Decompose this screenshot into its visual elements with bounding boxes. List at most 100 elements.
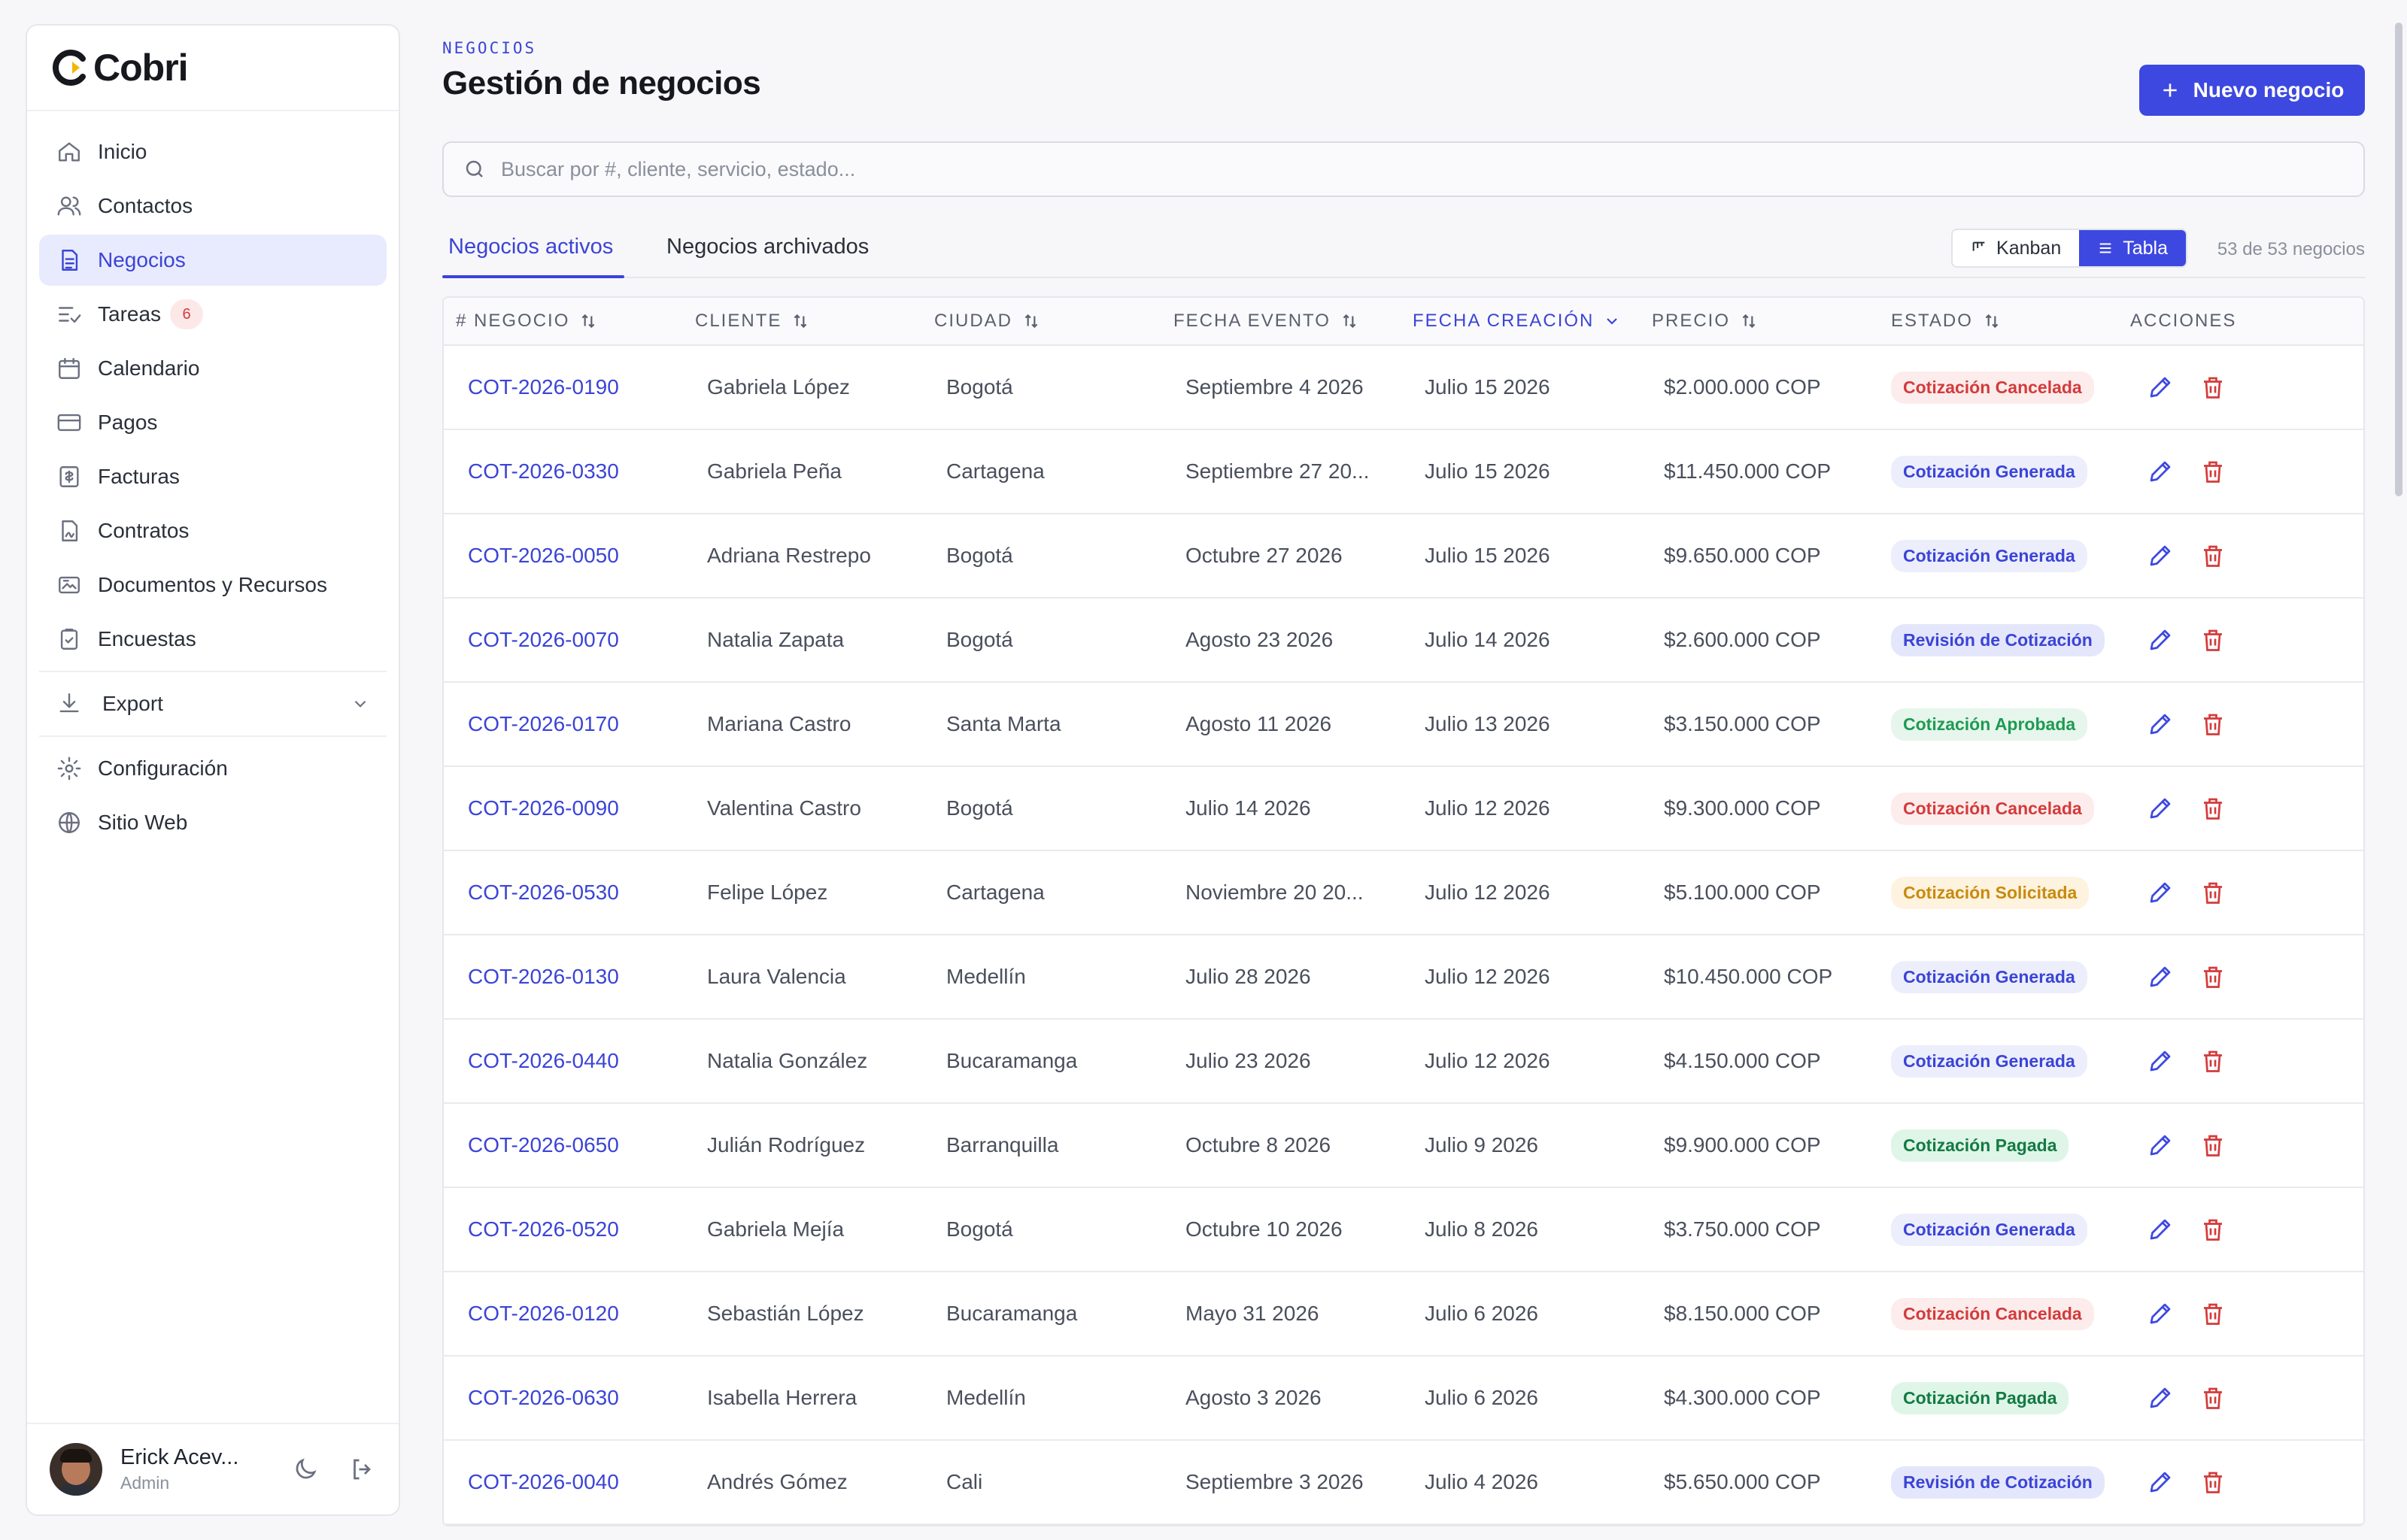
table-row[interactable]: COT-2026-0120 Sebastián López Bucaramang… <box>444 1272 2363 1357</box>
table-row[interactable]: COT-2026-0090 Valentina Castro Bogotá Ju… <box>444 767 2363 851</box>
table-row[interactable]: COT-2026-0050 Adriana Restrepo Bogotá Oc… <box>444 514 2363 599</box>
status-badge: Cotización Cancelada <box>1891 792 2094 825</box>
deal-id-link[interactable]: COT-2026-0130 <box>444 965 683 989</box>
deal-id-link[interactable]: COT-2026-0630 <box>444 1386 683 1410</box>
deal-id-link[interactable]: COT-2026-0070 <box>444 628 683 652</box>
edit-pencil-icon[interactable] <box>2147 963 2174 990</box>
city-cell: Bogotá <box>946 1217 1013 1241</box>
column-header[interactable]: FECHA EVENTO <box>1161 311 1401 332</box>
table-row[interactable]: COT-2026-0520 Gabriela Mejía Bogotá Octu… <box>444 1188 2363 1272</box>
delete-trash-icon[interactable] <box>2199 1047 2226 1075</box>
invoice-icon-wrap <box>56 463 83 490</box>
delete-trash-icon[interactable] <box>2199 1384 2226 1411</box>
status-cell: Cotización Generada <box>1879 1044 2118 1078</box>
row-actions <box>2118 458 2344 485</box>
status-cell: Cotización Generada <box>1879 539 2118 572</box>
table-row[interactable]: COT-2026-0130 Laura Valencia Medellín Ju… <box>444 935 2363 1020</box>
sidebar-item-contratos[interactable]: Contratos <box>39 505 387 556</box>
deal-id-link[interactable]: COT-2026-0090 <box>444 796 683 820</box>
sidebar-item-inicio[interactable]: Inicio <box>39 126 387 177</box>
sidebar-item-facturas[interactable]: Facturas <box>39 451 387 502</box>
edit-pencil-icon[interactable] <box>2147 1469 2174 1496</box>
event-date-cell: Septiembre 4 2026 <box>1185 375 1364 399</box>
tab-active-deals[interactable]: Negocios activos <box>448 235 613 259</box>
moon-icon[interactable] <box>292 1456 319 1483</box>
deal-id-link[interactable]: COT-2026-0650 <box>444 1133 683 1157</box>
table-row[interactable]: COT-2026-0630 Isabella Herrera Medellín … <box>444 1357 2363 1441</box>
sidebar-item-documentos-y-recursos[interactable]: Documentos y Recursos <box>39 559 387 611</box>
sidebar-item-export[interactable]: Export <box>39 678 387 729</box>
kanban-view-button[interactable]: Kanban <box>1953 230 2080 266</box>
delete-trash-icon[interactable] <box>2199 374 2226 401</box>
sidebar-item-negocios[interactable]: Negocios <box>39 235 387 286</box>
delete-trash-icon[interactable] <box>2199 1469 2226 1496</box>
column-header[interactable]: CIUDAD <box>922 311 1161 332</box>
row-actions <box>2118 1469 2344 1496</box>
sidebar-item-configuracion[interactable]: Configuración <box>39 743 387 794</box>
search-input[interactable] <box>501 157 1855 181</box>
edit-pencil-icon[interactable] <box>2147 879 2174 906</box>
edit-pencil-icon[interactable] <box>2147 374 2174 401</box>
delete-trash-icon[interactable] <box>2199 795 2226 822</box>
delete-trash-icon[interactable] <box>2199 879 2226 906</box>
calendar-icon-wrap <box>56 355 83 382</box>
edit-pencil-icon[interactable] <box>2147 711 2174 738</box>
column-header[interactable]: ESTADO <box>1879 311 2118 332</box>
table-row[interactable]: COT-2026-0170 Mariana Castro Santa Marta… <box>444 683 2363 767</box>
edit-pencil-icon[interactable] <box>2147 1300 2174 1327</box>
deal-id-link[interactable]: COT-2026-0530 <box>444 881 683 905</box>
deal-id-link[interactable]: COT-2026-0170 <box>444 712 683 736</box>
sort-icon <box>1024 314 1038 329</box>
brand-logo[interactable]: Cobri <box>27 26 399 111</box>
delete-trash-icon[interactable] <box>2199 1300 2226 1327</box>
deal-id-link[interactable]: COT-2026-0330 <box>444 459 683 484</box>
column-header[interactable]: CLIENTE <box>683 311 922 332</box>
new-deal-button[interactable]: Nuevo negocio <box>2139 65 2365 116</box>
table-row[interactable]: COT-2026-0190 Gabriela López Bogotá Sept… <box>444 346 2363 430</box>
column-header[interactable]: PRECIO <box>1640 311 1879 332</box>
deal-id-link[interactable]: COT-2026-0190 <box>444 375 683 399</box>
edit-pencil-icon[interactable] <box>2147 542 2174 569</box>
edit-pencil-icon[interactable] <box>2147 1216 2174 1243</box>
edit-pencil-icon[interactable] <box>2147 1047 2174 1075</box>
delete-trash-icon[interactable] <box>2199 1132 2226 1159</box>
table-row[interactable]: COT-2026-0330 Gabriela Peña Cartagena Se… <box>444 430 2363 514</box>
status-cell: Cotización Cancelada <box>1879 792 2118 825</box>
table-view-button[interactable]: Tabla <box>2079 230 2186 266</box>
edit-pencil-icon[interactable] <box>2147 1384 2174 1411</box>
edit-pencil-icon[interactable] <box>2147 795 2174 822</box>
edit-pencil-icon[interactable] <box>2147 1132 2174 1159</box>
deal-id-link[interactable]: COT-2026-0040 <box>444 1470 683 1494</box>
table-row[interactable]: COT-2026-0040 Andrés Gómez Cali Septiemb… <box>444 1441 2363 1525</box>
column-header[interactable]: FECHA CREACIÓN <box>1401 311 1640 332</box>
sidebar-item-pagos[interactable]: Pagos <box>39 397 387 448</box>
edit-pencil-icon[interactable] <box>2147 626 2174 653</box>
logout-icon[interactable] <box>349 1456 376 1483</box>
sidebar-item-sitio-web[interactable]: Sitio Web <box>39 797 387 848</box>
edit-pencil-icon[interactable] <box>2147 458 2174 485</box>
deal-id-link[interactable]: COT-2026-0050 <box>444 544 683 568</box>
table-row[interactable]: COT-2026-0650 Julián Rodríguez Barranqui… <box>444 1104 2363 1188</box>
sidebar-item-contactos[interactable]: Contactos <box>39 180 387 232</box>
sidebar-item-encuestas[interactable]: Encuestas <box>39 614 387 665</box>
delete-trash-icon[interactable] <box>2199 711 2226 738</box>
delete-trash-icon[interactable] <box>2199 1216 2226 1243</box>
deal-id-link[interactable]: COT-2026-0440 <box>444 1049 683 1073</box>
sidebar-item-calendario[interactable]: Calendario <box>39 343 387 394</box>
delete-trash-icon[interactable] <box>2199 963 2226 990</box>
deal-id-link[interactable]: COT-2026-0520 <box>444 1217 683 1241</box>
delete-trash-icon[interactable] <box>2199 626 2226 653</box>
sidebar-item-tareas[interactable]: Tareas 6 <box>39 289 387 340</box>
sort-desc-icon <box>1607 318 1618 325</box>
delete-trash-icon[interactable] <box>2199 542 2226 569</box>
column-header[interactable]: # NEGOCIO <box>444 311 683 332</box>
deal-id-link[interactable]: COT-2026-0120 <box>444 1302 683 1326</box>
table-row[interactable]: COT-2026-0070 Natalia Zapata Bogotá Agos… <box>444 599 2363 683</box>
tab-archived-deals[interactable]: Negocios archivados <box>666 235 869 259</box>
main-content: NEGOCIOS Gestión de negocios Nuevo negoc… <box>442 39 2365 1526</box>
delete-trash-icon[interactable] <box>2199 458 2226 485</box>
avatar[interactable] <box>50 1443 102 1496</box>
table-row[interactable]: COT-2026-0440 Natalia González Bucaraman… <box>444 1020 2363 1104</box>
table-row[interactable]: COT-2026-0530 Felipe López Cartagena Nov… <box>444 851 2363 935</box>
page-scrollbar[interactable] <box>2395 23 2402 496</box>
